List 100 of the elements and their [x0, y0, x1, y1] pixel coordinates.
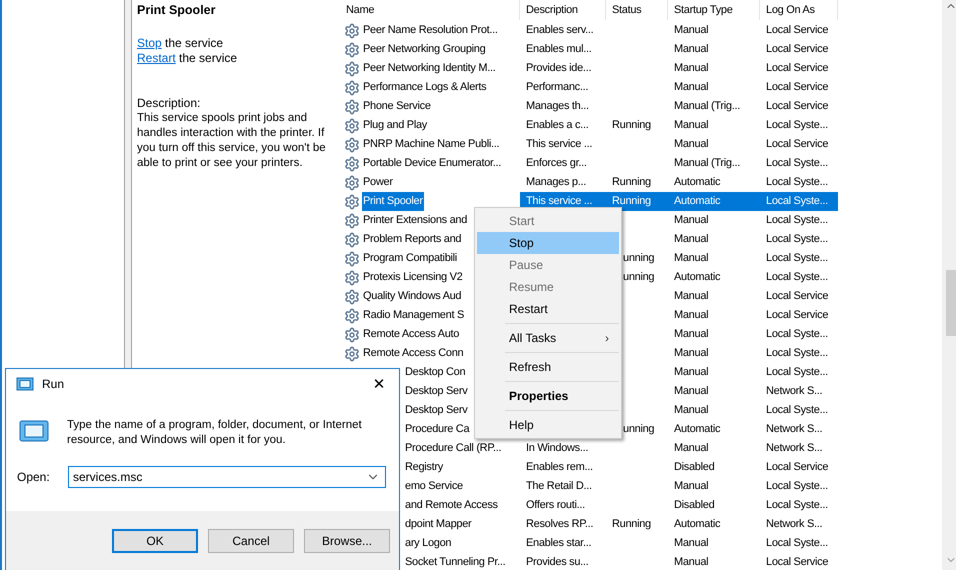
dialog-button[interactable]: OK [112, 529, 198, 553]
log-on-as: Network S... [765, 441, 824, 456]
action-link[interactable]: Restart [137, 51, 176, 65]
startup-type: Automatic [673, 422, 722, 437]
service-name[interactable]: Program Compatibili [362, 249, 458, 268]
close-button[interactable]: ✕ [359, 369, 399, 398]
startup-type: Manual [673, 289, 710, 304]
startup-type: Manual [673, 365, 710, 380]
service-name[interactable]: Printer Extensions and [362, 211, 468, 230]
service-description: In Windows... [525, 441, 590, 456]
service-description: Offers routi... [525, 498, 586, 513]
service-name[interactable]: Peer Networking Grouping [362, 40, 486, 59]
log-on-as: Local Syste... [760, 192, 838, 211]
scrollbar[interactable] [942, 0, 956, 570]
service-status: unning [622, 251, 656, 266]
gear-icon [344, 80, 360, 96]
service-status: Running [611, 118, 652, 133]
service-name[interactable]: ary Logon [404, 534, 452, 553]
gear-icon [344, 232, 360, 248]
gear-icon [344, 156, 360, 172]
open-field[interactable]: services.msc [68, 466, 386, 488]
column-header[interactable]: Log On As [760, 0, 838, 20]
gear-icon [344, 118, 360, 134]
startup-type: Manual [673, 536, 710, 551]
gear-icon [344, 308, 360, 324]
service-description: Enforces gr... [525, 156, 588, 171]
column-header[interactable]: Status [606, 0, 668, 20]
service-name[interactable]: Problem Reports and [362, 230, 462, 249]
service-name[interactable]: Desktop Con [404, 363, 466, 382]
dialog-button[interactable]: Browse... [304, 529, 390, 553]
service-status: Running [611, 517, 652, 532]
log-on-as: Local Syste... [765, 365, 829, 380]
scroll-thumb[interactable] [946, 270, 956, 336]
menu-item[interactable]: Restart [477, 298, 619, 320]
service-name[interactable]: Remote Access Auto [362, 325, 460, 344]
column-header[interactable]: Description [520, 0, 606, 20]
column-header[interactable]: Startup Type [668, 0, 760, 20]
menu-item[interactable]: All Tasks › [477, 327, 619, 349]
service-name[interactable]: Phone Service [362, 97, 432, 116]
service-name[interactable]: and Remote Access [404, 496, 499, 515]
log-on-as: Local Syste... [765, 327, 829, 342]
service-status: Running [606, 192, 668, 211]
service-name[interactable]: Remote Access Conn [362, 344, 464, 363]
gear-icon [344, 136, 360, 152]
service-name[interactable]: Radio Management S [362, 306, 465, 325]
service-name[interactable]: Peer Name Resolution Prot... [362, 21, 499, 40]
log-on-as: Local Service [765, 61, 830, 76]
log-on-as: Local Syste... [765, 232, 829, 247]
service-name[interactable]: PNRP Machine Name Publi... [362, 135, 500, 154]
gear-icon [344, 42, 360, 58]
service-name[interactable]: Procedure Call (RP... [404, 439, 502, 458]
action-link[interactable]: Stop [137, 36, 162, 50]
startup-type: Manual [673, 251, 710, 266]
service-name[interactable]: Desktop Serv [404, 382, 468, 401]
startup-type: Manual [673, 441, 710, 456]
menu-item[interactable]: Help [477, 414, 619, 436]
window-icon [16, 376, 34, 390]
column-header[interactable]: Name [340, 0, 520, 20]
service-name[interactable]: Portable Device Enumerator... [362, 154, 502, 173]
description-label: Description: [137, 96, 202, 111]
service-name[interactable]: Plug and Play [362, 116, 428, 135]
service-description: The Retail D... [525, 479, 593, 494]
startup-type: Disabled [673, 460, 716, 475]
service-name[interactable]: dpoint Mapper [404, 515, 472, 534]
service-name[interactable]: Print Spooler [362, 192, 424, 211]
service-name[interactable]: Power [362, 173, 394, 192]
service-name[interactable]: Peer Networking Identity M... [362, 59, 497, 78]
startup-type: Manual [673, 137, 710, 152]
service-name[interactable]: Socket Tunneling Pr... [404, 553, 506, 570]
log-on-as: Local Service [765, 308, 830, 323]
startup-type: Automatic [673, 270, 722, 285]
log-on-as: Local Syste... [765, 403, 829, 418]
log-on-as: Local Service [765, 289, 830, 304]
log-on-as: Local Service [765, 80, 830, 95]
dialog-title: Run [42, 376, 64, 390]
startup-type: Manual [673, 213, 710, 228]
service-name[interactable]: Procedure Ca [404, 420, 470, 439]
service-name[interactable]: Performance Logs & Alerts [362, 78, 488, 97]
log-on-as: Local Syste... [765, 213, 829, 228]
startup-type: Manual [673, 118, 710, 133]
menu-item[interactable]: Properties [477, 385, 619, 407]
service-description: Provides ide... [525, 61, 592, 76]
menu-item[interactable]: Refresh [477, 356, 619, 378]
startup-type: Manual [673, 80, 710, 95]
dialog-button[interactable]: Cancel [208, 529, 294, 553]
startup-type: Manual [673, 555, 710, 570]
log-on-as: Local Syste... [765, 156, 829, 171]
menu-item[interactable]: Stop [477, 232, 619, 254]
service-description: Enables star... [525, 536, 592, 551]
gear-icon [344, 250, 360, 266]
service-name[interactable]: Desktop Serv [404, 401, 468, 420]
service-name[interactable]: Protexis Licensing V2 [362, 268, 464, 287]
startup-type: Automatic [673, 175, 722, 190]
service-name[interactable]: Registry [404, 458, 444, 477]
service-description: Provides su... [525, 555, 590, 570]
log-on-as: Local Service [765, 42, 830, 57]
service-name[interactable]: emo Service [404, 477, 464, 496]
log-on-as: Network S... [765, 517, 824, 532]
service-name[interactable]: Quality Windows Aud [362, 287, 462, 306]
log-on-as: Network S... [765, 422, 824, 437]
